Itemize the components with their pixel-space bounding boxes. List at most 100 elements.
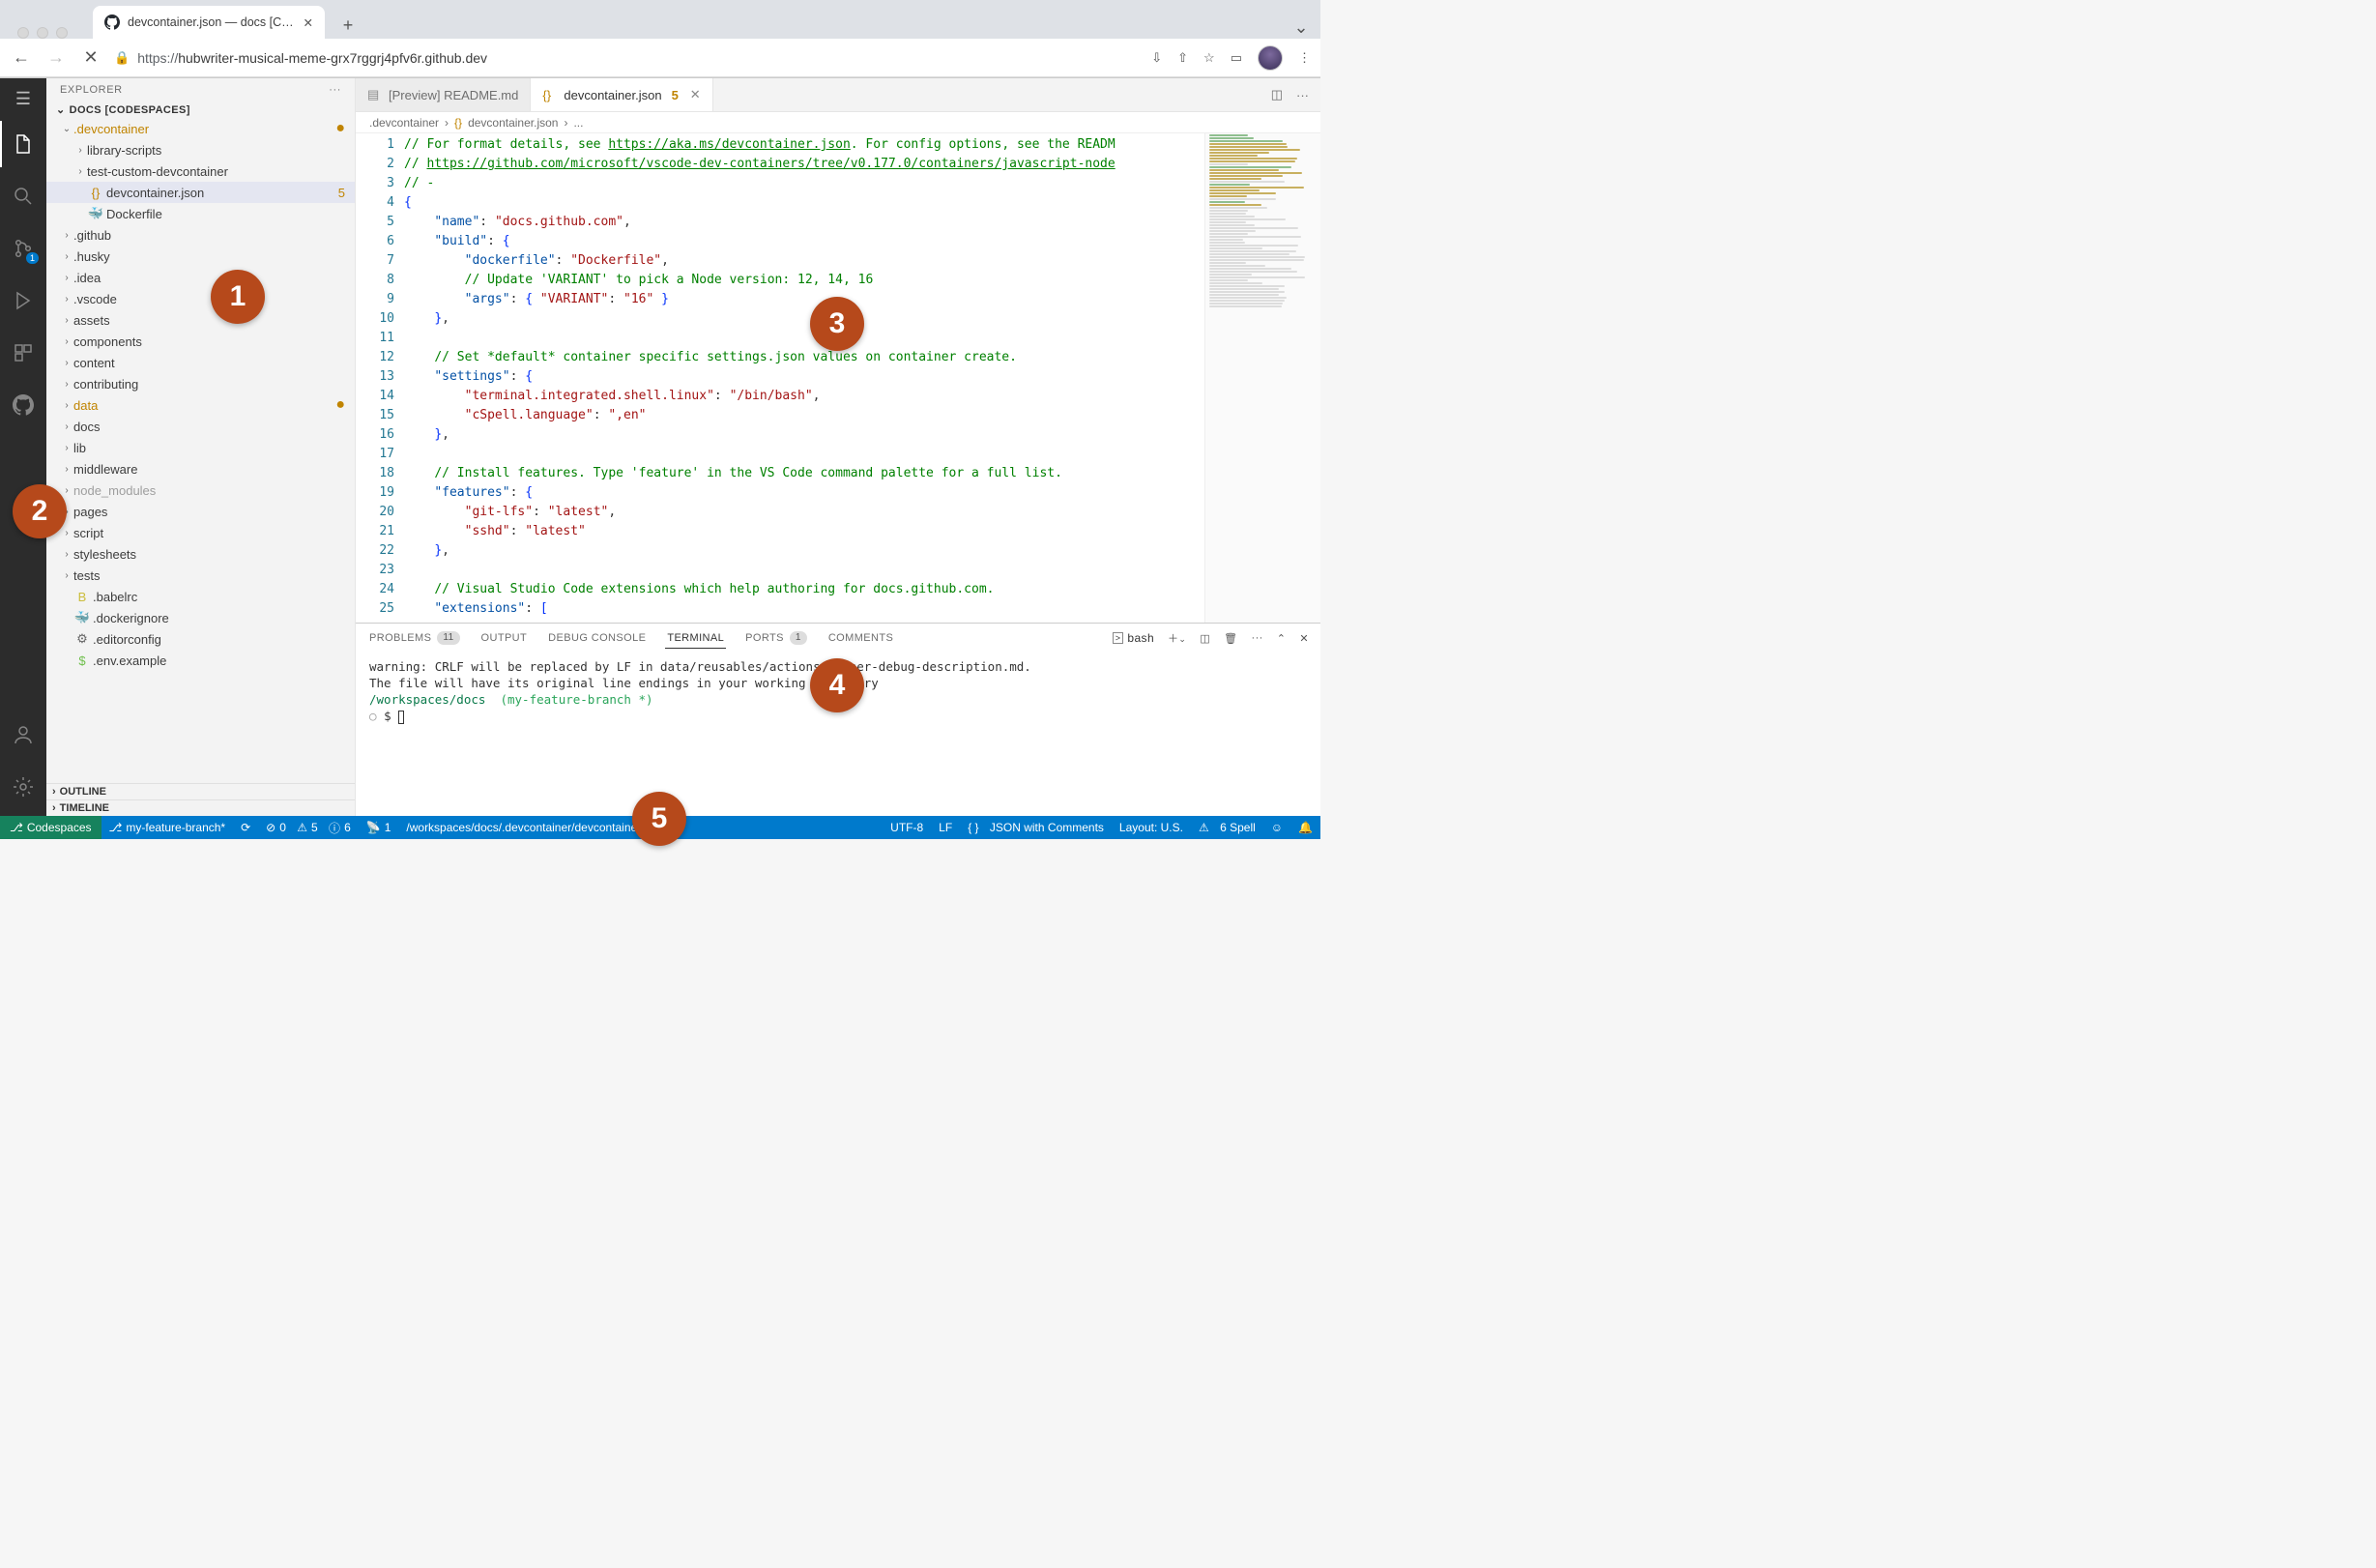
folder-item[interactable]: ›data● bbox=[46, 394, 355, 416]
terminal-profile-icon[interactable]: >bash bbox=[1113, 631, 1154, 645]
kebab-menu-icon[interactable]: ⋮ bbox=[1298, 50, 1311, 66]
feedback-icon[interactable]: ☺ bbox=[1263, 821, 1290, 834]
encoding-indicator[interactable]: UTF-8 bbox=[883, 821, 931, 834]
folder-item[interactable]: ›tests bbox=[46, 565, 355, 586]
chevron-right-icon: › bbox=[73, 166, 87, 177]
explorer-icon[interactable] bbox=[0, 121, 46, 167]
more-icon[interactable]: ··· bbox=[1252, 632, 1263, 644]
folder-item[interactable]: ›middleware bbox=[46, 458, 355, 479]
hamburger-menu-icon[interactable]: ☰ bbox=[0, 82, 46, 115]
code-editor[interactable]: // For format details, see https://aka.m… bbox=[404, 133, 1204, 623]
eol-indicator[interactable]: LF bbox=[931, 821, 960, 834]
github-icon[interactable] bbox=[0, 382, 46, 428]
extensions-icon[interactable] bbox=[0, 330, 46, 376]
bell-icon[interactable]: 🔔 bbox=[1290, 821, 1320, 834]
split-editor-icon[interactable]: ◫ bbox=[1271, 87, 1283, 102]
profile-avatar[interactable] bbox=[1258, 45, 1283, 71]
file-item[interactable]: 🐳Dockerfile bbox=[46, 203, 355, 224]
gear-icon[interactable] bbox=[0, 764, 46, 810]
new-terminal-button[interactable]: ＋⌄ bbox=[1168, 630, 1186, 646]
timeline-section[interactable]: ›TIMELINE bbox=[46, 799, 355, 816]
install-icon[interactable]: ⇩ bbox=[1151, 50, 1162, 66]
chevron-right-icon: › bbox=[60, 358, 73, 368]
tab-terminal[interactable]: TERMINAL bbox=[665, 628, 726, 649]
folder-item[interactable]: ›stylesheets bbox=[46, 543, 355, 565]
json-icon: {} bbox=[454, 116, 462, 130]
folder-item[interactable]: ›.github bbox=[46, 224, 355, 246]
forward-button[interactable]: → bbox=[44, 46, 68, 70]
folder-item[interactable]: ›components bbox=[46, 331, 355, 352]
new-tab-button[interactable]: + bbox=[334, 12, 362, 39]
traffic-light-max[interactable] bbox=[56, 27, 68, 39]
traffic-light-close[interactable] bbox=[17, 27, 29, 39]
diagnostics[interactable]: ⊘0 ⚠5 ⓘ6 bbox=[258, 816, 359, 839]
folder-item[interactable]: ›content bbox=[46, 352, 355, 373]
tab-debug-console[interactable]: DEBUG CONSOLE bbox=[546, 628, 648, 648]
tab-ports[interactable]: PORTS 1 bbox=[743, 627, 809, 649]
traffic-light-min[interactable] bbox=[37, 27, 48, 39]
back-button[interactable]: ← bbox=[10, 46, 33, 70]
file-item[interactable]: B.babelrc bbox=[46, 586, 355, 607]
folder-item[interactable]: ›test-custom-devcontainer bbox=[46, 160, 355, 182]
tab-comments[interactable]: COMMENTS bbox=[826, 628, 895, 648]
sync-button[interactable]: ⟳ bbox=[233, 816, 258, 839]
file-item[interactable]: {}devcontainer.json5 bbox=[46, 182, 355, 203]
file-tree[interactable]: ⌄.devcontainer●›library-scripts›test-cus… bbox=[46, 118, 355, 783]
folder-item[interactable]: ›library-scripts bbox=[46, 139, 355, 160]
sidebar-root[interactable]: ⌄ DOCS [CODESPACES] bbox=[46, 102, 355, 118]
split-terminal-icon[interactable]: ◫ bbox=[1200, 632, 1210, 645]
remote-indicator[interactable]: ⎇ Codespaces bbox=[0, 816, 101, 839]
folder-item[interactable]: ›.vscode bbox=[46, 288, 355, 309]
chevron-right-icon: › bbox=[60, 421, 73, 432]
folder-item[interactable]: ›contributing bbox=[46, 373, 355, 394]
run-debug-icon[interactable] bbox=[0, 277, 46, 324]
folder-item[interactable]: ›lib bbox=[46, 437, 355, 458]
spell-indicator[interactable]: ⚠ 6 Spell bbox=[1191, 821, 1263, 834]
remote-icon: ⎇ bbox=[10, 821, 23, 834]
close-panel-icon[interactable]: ✕ bbox=[1299, 632, 1309, 645]
language-mode[interactable]: { } JSON with Comments bbox=[960, 821, 1112, 834]
ports-indicator[interactable]: 📡1 bbox=[359, 816, 399, 839]
tab-output[interactable]: OUTPUT bbox=[479, 628, 530, 648]
account-icon[interactable] bbox=[0, 711, 46, 758]
tab-close-icon[interactable]: ✕ bbox=[304, 15, 313, 30]
sidebar-more-icon[interactable]: ··· bbox=[329, 84, 341, 96]
stop-button[interactable]: ✕ bbox=[79, 46, 102, 70]
editor-tab[interactable]: {}devcontainer.json5✕ bbox=[531, 78, 712, 111]
folder-item[interactable]: ›node_modules bbox=[46, 479, 355, 501]
code-line: // Update 'VARIANT' to pick a Node versi… bbox=[404, 271, 1204, 290]
chevron-right-icon: › bbox=[60, 443, 73, 453]
tab-problems[interactable]: PROBLEMS 11 bbox=[367, 627, 462, 649]
code-line: }, bbox=[404, 425, 1204, 445]
source-control-icon[interactable]: 1 bbox=[0, 225, 46, 272]
panel-icon[interactable]: ▭ bbox=[1231, 50, 1242, 66]
more-icon[interactable]: ··· bbox=[1296, 88, 1309, 102]
trash-icon[interactable]: 🗑 bbox=[1224, 632, 1237, 645]
breadcrumbs[interactable]: .devcontainer› {} devcontainer.json› ... bbox=[356, 112, 1320, 133]
layout-indicator[interactable]: Layout: U.S. bbox=[1112, 821, 1191, 834]
browser-tab[interactable]: devcontainer.json — docs [Cod… ✕ bbox=[93, 6, 325, 39]
file-item[interactable]: 🐳.dockerignore bbox=[46, 607, 355, 628]
file-item[interactable]: $.env.example bbox=[46, 650, 355, 671]
folder-item[interactable]: ›docs bbox=[46, 416, 355, 437]
folder-item[interactable]: ⌄.devcontainer● bbox=[46, 118, 355, 139]
file-item[interactable]: ⚙.editorconfig bbox=[46, 628, 355, 650]
chevron-down-icon: ⌄ bbox=[56, 103, 66, 116]
chevron-down-icon[interactable]: ⌄ bbox=[1289, 15, 1313, 39]
folder-item[interactable]: ›.husky bbox=[46, 246, 355, 267]
close-icon[interactable]: ✕ bbox=[690, 87, 701, 102]
branch-indicator[interactable]: ⎇ my-feature-branch* bbox=[101, 816, 234, 839]
address-bar[interactable]: 🔒 https://hubwriter-musical-meme-grx7rgg… bbox=[114, 50, 1140, 66]
folder-item[interactable]: ›pages bbox=[46, 501, 355, 522]
folder-item[interactable]: ›assets bbox=[46, 309, 355, 331]
annotation-4: 4 bbox=[810, 658, 864, 712]
star-icon[interactable]: ☆ bbox=[1203, 50, 1215, 66]
search-icon[interactable] bbox=[0, 173, 46, 219]
editor-tab[interactable]: ▤[Preview] README.md bbox=[356, 78, 531, 111]
folder-item[interactable]: ›script bbox=[46, 522, 355, 543]
outline-section[interactable]: ›OUTLINE bbox=[46, 783, 355, 799]
folder-item[interactable]: ›.idea bbox=[46, 267, 355, 288]
maximize-panel-icon[interactable]: ⌃ bbox=[1277, 632, 1287, 645]
minimap[interactable] bbox=[1204, 133, 1320, 623]
share-icon[interactable]: ⇧ bbox=[1177, 50, 1188, 66]
